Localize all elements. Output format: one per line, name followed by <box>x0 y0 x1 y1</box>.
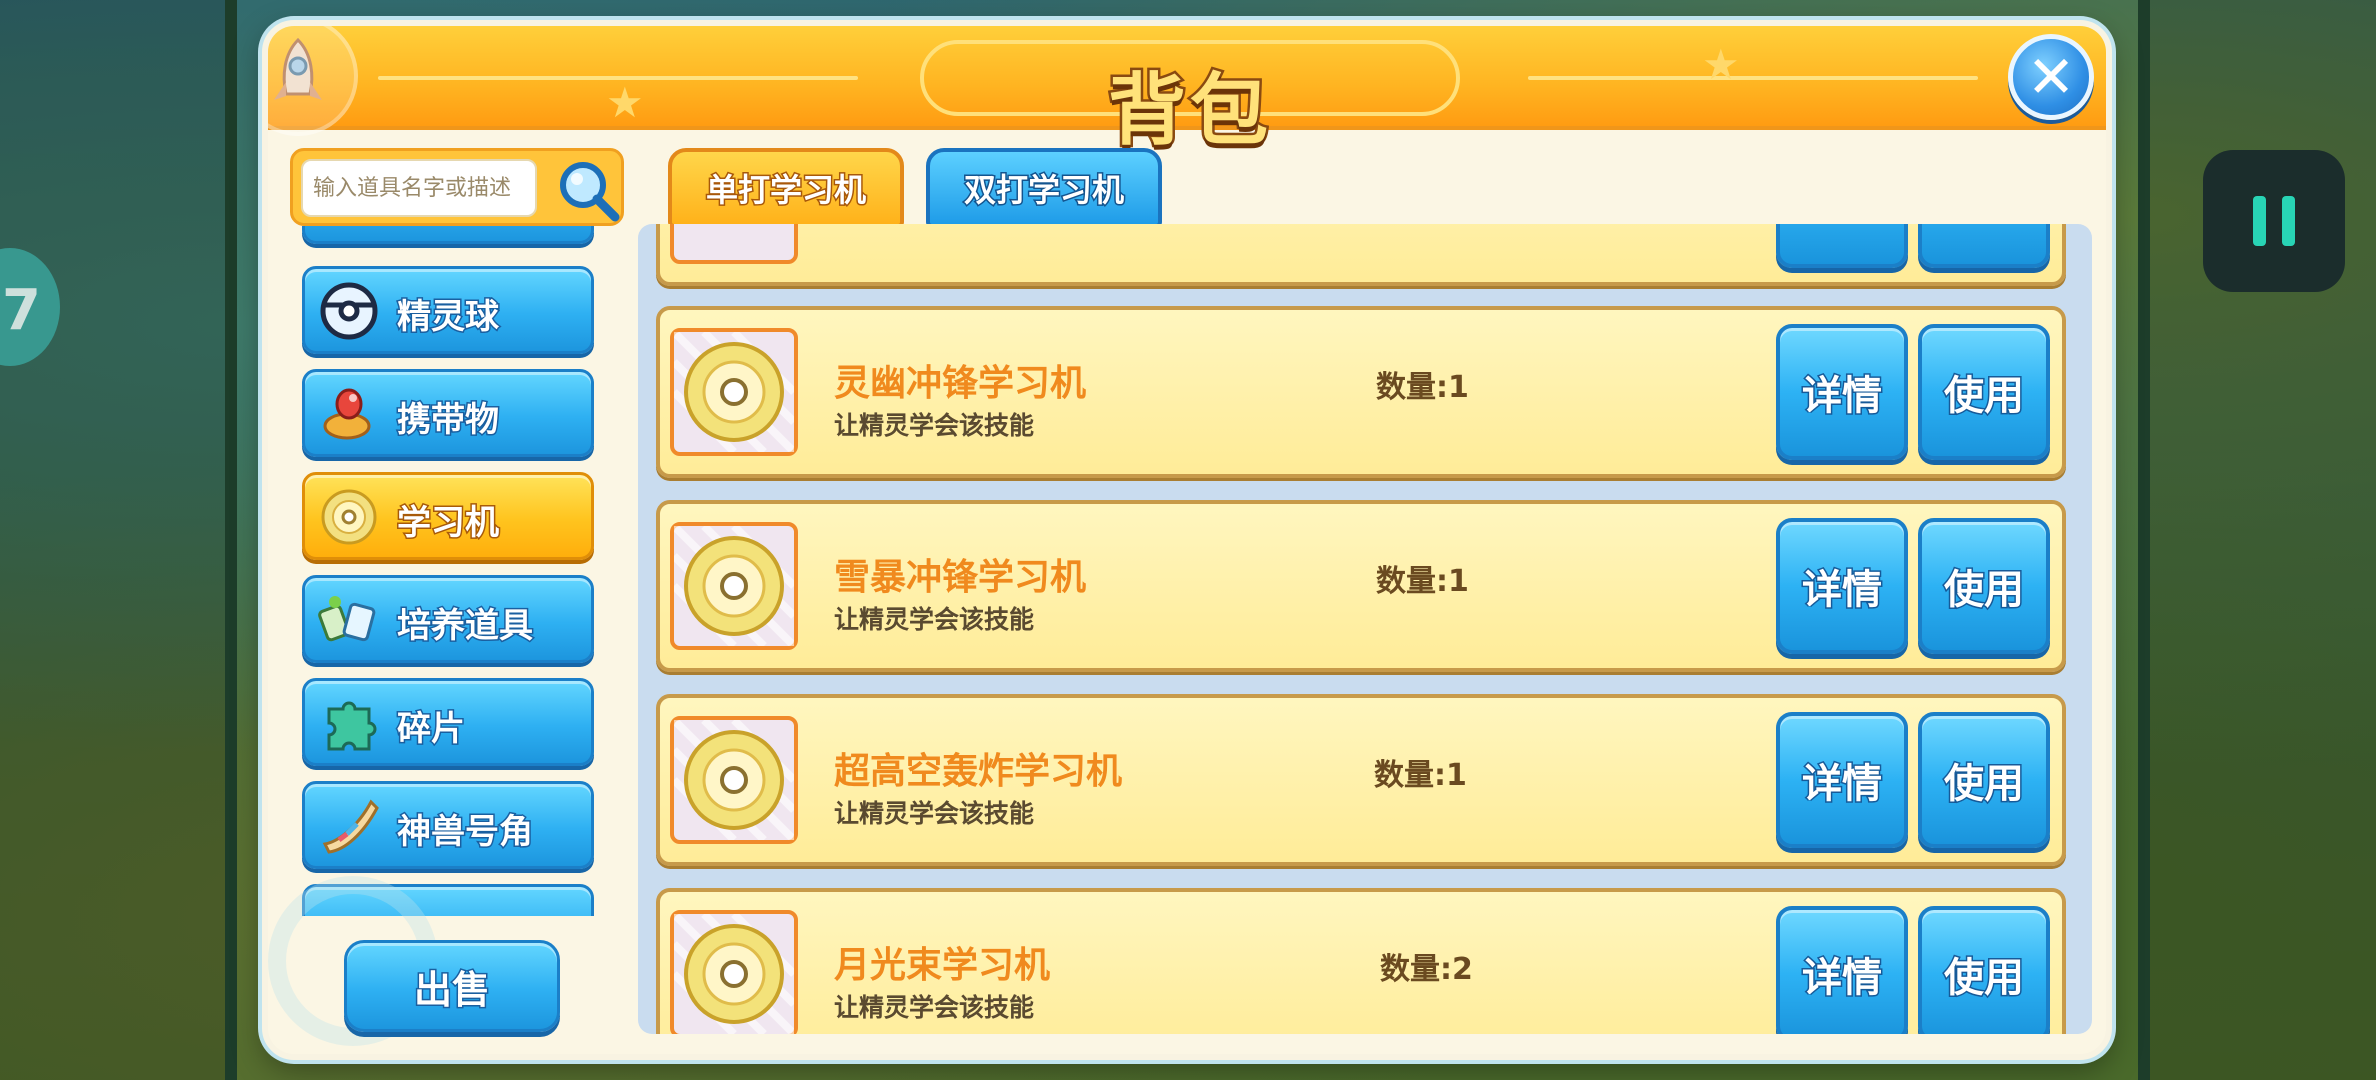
item-description: 让精灵学会该技能 <box>834 605 1035 634</box>
sidebar-item-tm-active[interactable]: 学习机 <box>302 472 594 560</box>
sidebar-item-label: 携带物 <box>396 399 501 442</box>
pokeball-icon <box>320 282 378 340</box>
sidebar-item-label: 培养道具 <box>396 605 535 648</box>
sidebar-item-label: 学习机 <box>396 502 501 545</box>
item-icon-frame <box>670 224 798 264</box>
pause-bar-icon <box>2253 196 2266 246</box>
item-description: 让精灵学会该技能 <box>834 799 1035 828</box>
list-item-partial <box>656 224 2066 286</box>
sidebar-item-label: 碎片 <box>396 708 467 751</box>
item-name: 月光束学习机 <box>834 945 1051 986</box>
detail-button[interactable]: 详情 <box>1776 712 1908 848</box>
list-item: 月光束学习机 让精灵学会该技能 数量:2 详情 使用 <box>656 888 2066 1034</box>
sidebar-item-beast-horn[interactable]: 神兽号角 <box>302 781 594 869</box>
left-frame-edge <box>225 0 237 1080</box>
sidebar-item-partial[interactable] <box>302 226 594 244</box>
magnifier-icon <box>560 162 620 222</box>
item-list[interactable]: 灵幽冲锋学习机 让精灵学会该技能 数量:1 详情 使用 雪暴冲锋学习机 让精灵学… <box>638 224 2092 1034</box>
sidebar-item-label: 精灵球 <box>396 296 501 339</box>
title-frame: 背包 <box>920 40 1460 159</box>
search-input[interactable] <box>301 159 537 217</box>
sidebar-item-label: 神兽号角 <box>396 811 535 854</box>
item-description: 让精灵学会该技能 <box>834 993 1035 1022</box>
sidebar-item-held-items[interactable]: 携带物 <box>302 369 594 457</box>
item-name: 灵幽冲锋学习机 <box>834 363 1087 404</box>
panel-header: ★ ★ 背包 ✕ <box>268 26 2106 159</box>
detail-button[interactable]: 详情 <box>1776 906 1908 1034</box>
item-icon-frame <box>670 522 798 650</box>
use-button[interactable]: 使用 <box>1918 712 2050 848</box>
item-quantity: 数量:2 <box>1380 952 1473 987</box>
header-deco-line <box>1528 76 1978 80</box>
item-icon-frame <box>670 910 798 1034</box>
detail-button[interactable] <box>1776 224 1908 268</box>
sidebar-item-training-items[interactable]: 培养道具 <box>302 575 594 663</box>
disc-icon <box>671 523 797 649</box>
close-icon: ✕ <box>2026 43 2076 111</box>
tab-doubles-tm[interactable]: 双打学习机 <box>926 148 1162 228</box>
bag-panel: ★ ★ 背包 ✕ 精灵球 <box>262 20 2112 1060</box>
list-item: 雪暴冲锋学习机 让精灵学会该技能 数量:1 详情 使用 <box>656 500 2066 672</box>
held-item-icon <box>323 388 371 440</box>
item-icon-frame <box>670 716 798 844</box>
disc-icon <box>671 717 797 843</box>
item-icon-frame <box>670 328 798 456</box>
item-description: 让精灵学会该技能 <box>834 411 1035 440</box>
sell-button[interactable]: 出售 <box>344 940 560 1032</box>
item-name: 雪暴冲锋学习机 <box>834 557 1087 598</box>
tab-singles-tm[interactable]: 单打学习机 <box>668 148 904 228</box>
list-item: 灵幽冲锋学习机 让精灵学会该技能 数量:1 详情 使用 <box>656 306 2066 478</box>
detail-button[interactable]: 详情 <box>1776 518 1908 654</box>
close-button[interactable]: ✕ <box>2008 34 2094 120</box>
pause-bar-icon <box>2282 196 2295 246</box>
page-title: 背包 <box>1105 64 1272 159</box>
item-quantity: 数量:1 <box>1376 370 1469 405</box>
rocket-icon[interactable] <box>268 26 358 136</box>
disc-icon <box>321 489 377 545</box>
search-button[interactable] <box>555 157 621 223</box>
use-button[interactable] <box>1918 224 2050 268</box>
sidebar-item-fragments[interactable]: 碎片 <box>302 678 594 766</box>
detail-button[interactable]: 详情 <box>1776 324 1908 460</box>
star-icon: ★ <box>606 78 644 127</box>
use-button[interactable]: 使用 <box>1918 518 2050 654</box>
item-quantity: 数量:1 <box>1376 564 1469 599</box>
right-frame-edge <box>2138 0 2150 1080</box>
category-sidebar[interactable]: 精灵球 携带物 学习机 培养道具 碎片 神兽号角 <box>298 226 598 916</box>
sidebar-item-pokeball[interactable]: 精灵球 <box>302 266 594 354</box>
left-dim-area <box>0 0 225 1080</box>
item-quantity: 数量:1 <box>1374 758 1467 793</box>
pause-button[interactable] <box>2203 150 2345 292</box>
use-button[interactable]: 使用 <box>1918 906 2050 1034</box>
use-button[interactable]: 使用 <box>1918 324 2050 460</box>
puzzle-piece-icon <box>327 701 377 751</box>
disc-icon <box>671 911 797 1034</box>
item-name: 超高空轰炸学习机 <box>834 751 1123 792</box>
horn-icon <box>322 799 379 854</box>
star-icon: ★ <box>1702 40 1740 89</box>
disc-icon <box>671 329 797 455</box>
search-box <box>290 148 624 226</box>
list-item: 超高空轰炸学习机 让精灵学会该技能 数量:1 详情 使用 <box>656 694 2066 866</box>
training-items-icon <box>318 596 376 642</box>
